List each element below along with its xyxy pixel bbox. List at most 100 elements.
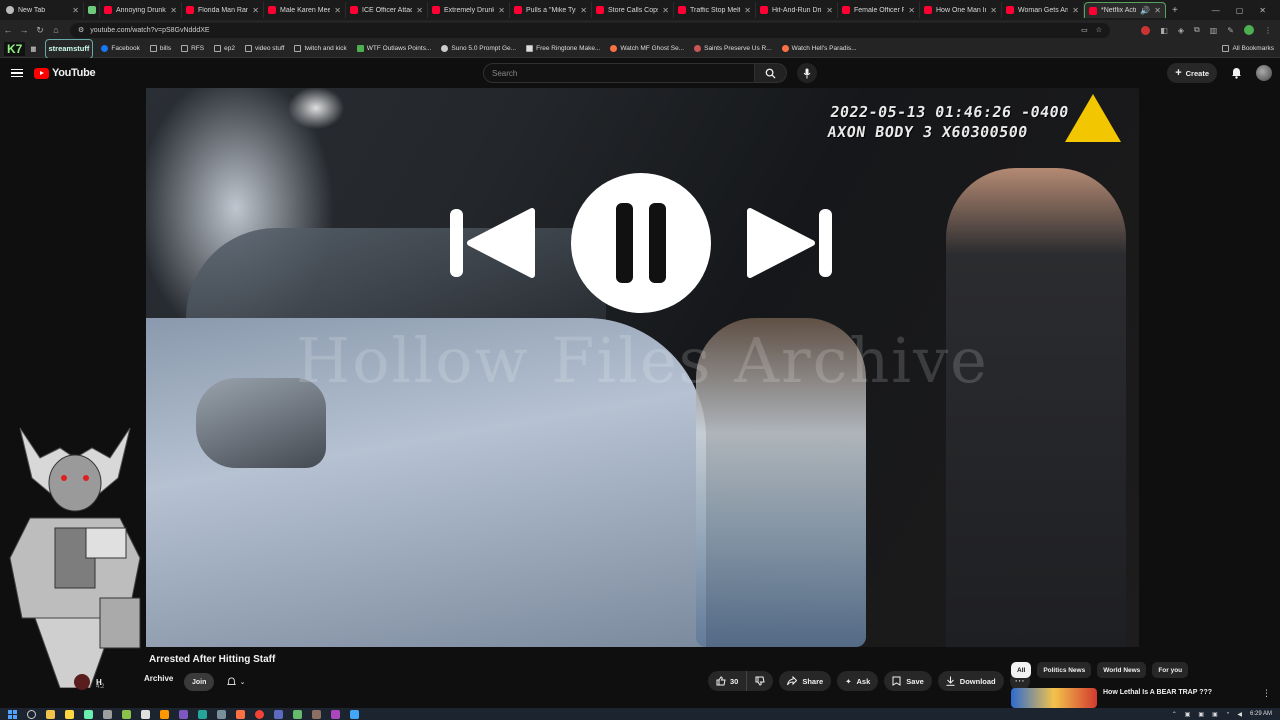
recommended-title[interactable]: How Lethal Is A BEAR TRAP ??? — [1103, 689, 1212, 708]
app-icon[interactable] — [350, 709, 359, 719]
extension-icon[interactable]: ◧ — [1160, 26, 1168, 35]
bookmark-star-icon[interactable]: ☆ — [1096, 26, 1102, 34]
settings-icon[interactable] — [103, 709, 112, 719]
save-button[interactable]: Save — [884, 671, 932, 691]
search-button[interactable] — [755, 63, 787, 83]
extension-icon[interactable] — [1141, 25, 1151, 35]
close-icon[interactable]: ✕ — [990, 6, 997, 15]
app-icon[interactable] — [141, 709, 150, 719]
tab-ice-officer[interactable]: ICE Officer Attac ✕ — [346, 2, 428, 18]
extensions-puzzle-icon[interactable]: ⧉ — [1194, 25, 1200, 35]
bookmark-mf-ghost[interactable]: Watch MF Ghost Se... — [605, 45, 689, 52]
bookmark-folder-rfs[interactable]: RFS — [176, 45, 209, 52]
tab-store-calls-cops[interactable]: Store Calls Cops ✕ — [592, 2, 674, 18]
close-icon[interactable]: ✕ — [498, 6, 505, 15]
volume-icon[interactable]: ◀ — [1237, 711, 1242, 718]
app-icon[interactable] — [274, 709, 283, 719]
close-icon[interactable]: ✕ — [826, 6, 833, 15]
speaker-icon[interactable]: 🔊 — [1140, 6, 1150, 15]
close-icon[interactable]: ✕ — [334, 6, 341, 15]
pause-button[interactable] — [571, 173, 711, 313]
app-icon[interactable] — [160, 709, 169, 719]
recommended-video[interactable]: How Lethal Is A BEAR TRAP ??? ⋮ — [1011, 688, 1271, 708]
close-icon[interactable]: ✕ — [416, 6, 423, 15]
app-icon[interactable] — [236, 709, 245, 719]
app-icon[interactable] — [122, 709, 131, 719]
next-button[interactable] — [746, 203, 836, 283]
join-button[interactable]: Join — [184, 673, 215, 691]
search-input[interactable]: Search — [483, 63, 755, 83]
account-avatar[interactable] — [1256, 65, 1272, 81]
tray-chevron-icon[interactable]: ⌃ — [1172, 711, 1177, 718]
chip-world-news[interactable]: World News — [1097, 662, 1147, 678]
bookmark-folder-bills[interactable]: bills — [145, 45, 176, 52]
close-window-icon[interactable]: ✕ — [1259, 6, 1266, 15]
sticky-notes-icon[interactable] — [65, 709, 74, 719]
menu-icon[interactable] — [11, 67, 23, 80]
minimize-icon[interactable]: — — [1212, 6, 1220, 15]
chip-politics-news[interactable]: Politics News — [1037, 662, 1092, 678]
bookmark-facebook[interactable]: Facebook — [96, 45, 145, 52]
back-icon[interactable]: ← — [0, 25, 16, 35]
video-player[interactable]: 2022-05-13 01:46:26 -0400 AXON BODY 3 X6… — [146, 88, 1139, 647]
reload-icon[interactable]: ↻ — [32, 25, 48, 36]
search-icon[interactable] — [27, 709, 36, 719]
tray-app-icon[interactable]: ▣ — [1185, 711, 1191, 718]
more-vertical-icon[interactable]: ⋮ — [1262, 688, 1271, 708]
new-tab-button[interactable]: + — [1166, 5, 1184, 16]
edit-icon[interactable]: ✎ — [1227, 26, 1234, 35]
close-icon[interactable]: ✕ — [908, 6, 915, 15]
tab-mike-tyson[interactable]: Pulls a "Mike Tys ✕ — [510, 2, 592, 18]
close-icon[interactable]: ✕ — [744, 6, 751, 15]
tab-male-karen[interactable]: Male Karen Mee ✕ — [264, 2, 346, 18]
bookmark-folder-twitch[interactable]: twitch and kick — [289, 45, 351, 52]
bookmark-suno[interactable]: Suno 5.0 Prompt Ge... — [436, 45, 521, 52]
tab-annoying-drunk[interactable]: Annoying Drunk ✕ — [100, 2, 182, 18]
close-icon[interactable]: ✕ — [170, 6, 177, 15]
extension-icon[interactable]: ◈ — [1178, 26, 1184, 35]
apps-grid-icon[interactable]: ▦ — [25, 45, 41, 53]
forward-icon[interactable]: → — [16, 25, 32, 35]
channel-name-suffix[interactable]: Archive — [144, 674, 173, 683]
close-icon[interactable]: ✕ — [72, 6, 79, 15]
previous-button[interactable] — [446, 203, 536, 283]
all-bookmarks[interactable]: All Bookmarks — [1217, 45, 1280, 52]
close-icon[interactable]: ✕ — [662, 6, 669, 15]
bookmark-logo[interactable]: K7 — [4, 41, 26, 56]
tab-woman-gets-arrested[interactable]: Woman Gets Arr ✕ — [1002, 2, 1084, 18]
bookmark-wtf-outlaws[interactable]: WTF Outlaws Points... — [352, 45, 437, 52]
tab-traffic-stop[interactable]: Traffic Stop Melt ✕ — [674, 2, 756, 18]
file-explorer-icon[interactable] — [46, 709, 55, 719]
site-info-icon[interactable]: ⚙ — [78, 26, 84, 34]
profile-avatar[interactable] — [1244, 25, 1254, 35]
app-icon[interactable] — [217, 709, 226, 719]
tab-hit-and-run[interactable]: Hit-And-Run Dri ✕ — [756, 2, 838, 18]
app-icon[interactable] — [312, 709, 321, 719]
chrome-icon[interactable] — [255, 709, 264, 719]
app-icon[interactable] — [179, 709, 188, 719]
dislike-button[interactable] — [747, 671, 773, 691]
tab-new-tab[interactable]: New Tab ✕ — [2, 2, 84, 18]
cast-icon[interactable]: ▭ — [1081, 26, 1088, 34]
tray-app-icon[interactable]: ▣ — [1212, 711, 1218, 718]
channel-avatar[interactable] — [74, 674, 90, 690]
close-icon[interactable]: ✕ — [1072, 6, 1079, 15]
download-button[interactable]: Download — [937, 671, 1004, 691]
recommended-thumbnail[interactable] — [1011, 688, 1097, 708]
maximize-icon[interactable]: ▢ — [1236, 6, 1244, 15]
bookmark-folder-video-stuff[interactable]: video stuff — [240, 45, 290, 52]
chip-all[interactable]: All — [1011, 662, 1032, 678]
tab-female-officer[interactable]: Female Officer Fi ✕ — [838, 2, 920, 18]
app-icon[interactable] — [198, 709, 207, 719]
network-icon[interactable]: ◔ — [1226, 711, 1230, 717]
close-icon[interactable]: ✕ — [1154, 6, 1161, 15]
close-icon[interactable]: ✕ — [580, 6, 587, 15]
tray-app-icon[interactable]: ▣ — [1198, 711, 1204, 718]
home-icon[interactable]: ⌂ — [48, 25, 64, 35]
tab-extremely-drunk[interactable]: Extremely Drunk ✕ — [428, 2, 510, 18]
youtube-logo[interactable]: YouTube — [34, 67, 96, 79]
bookmark-hells-paradise[interactable]: Watch Hell's Paradis... — [777, 45, 862, 52]
url-field[interactable]: ⚙ youtube.com/watch?v=pS8GvNdddXE ▭ ☆ — [70, 22, 1110, 38]
browser-menu-icon[interactable]: ⋮ — [1264, 26, 1272, 35]
like-button[interactable]: 30 — [708, 671, 748, 691]
